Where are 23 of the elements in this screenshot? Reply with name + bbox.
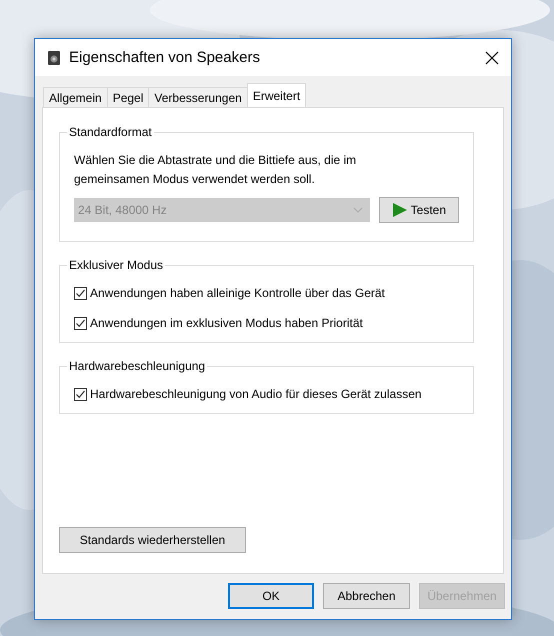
window-title: Eigenschaften von Speakers	[69, 49, 261, 66]
dialog-button[interactable]: OK	[228, 583, 314, 609]
dialog-button[interactable]: Abbrechen	[323, 583, 410, 609]
checkbox-label[interactable]: Anwendungen im exklusiven Modus haben Priorität	[90, 316, 363, 330]
checkbox[interactable]	[74, 388, 87, 400]
restore-defaults-button[interactable]: Standards wiederherstellen	[59, 527, 246, 553]
caret-icon	[352, 207, 363, 213]
group-title: Hardwarebeschleunigung	[67, 359, 208, 373]
group-title: Exklusiver Modus	[67, 258, 166, 272]
close-icon[interactable]	[483, 48, 501, 66]
tab[interactable]: Verbesserungen	[148, 87, 248, 107]
checkbox-label[interactable]: Hardwarebeschleunigung von Audio für dieses Gerät zulassen	[90, 387, 422, 401]
group-title: Standardformat	[67, 125, 154, 139]
checkbox[interactable]	[74, 286, 87, 300]
play-icon	[392, 203, 408, 217]
checkbox-label[interactable]: Anwendungen haben alleinige Kontrolle über das Gerät	[90, 286, 385, 300]
speaker-icon	[47, 50, 61, 66]
checkbox[interactable]	[74, 316, 87, 330]
tab[interactable]: Erweitert	[246, 83, 306, 107]
test-button[interactable]: Testen	[378, 197, 459, 223]
description-text: Wählen Sie die Abtastrate und die Bittiefe aus, die im gemeinsamen Modus verwendet werden soll.	[74, 152, 358, 188]
tab[interactable]: Allgemein	[43, 87, 108, 107]
tab[interactable]: Pegel	[106, 87, 150, 107]
